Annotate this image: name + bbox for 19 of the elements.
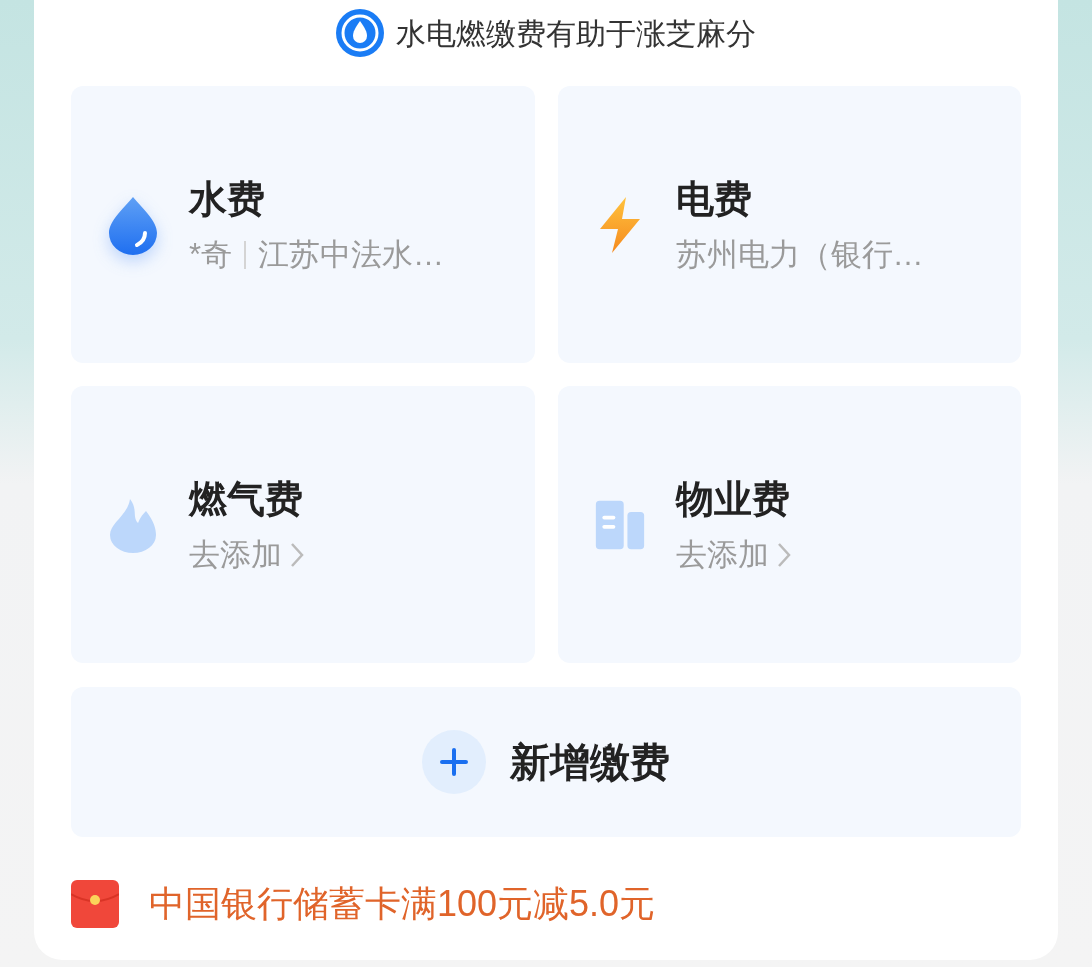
header-text: 水电燃缴费有助于涨芝麻分 [396, 15, 756, 52]
bill-card[interactable]: 水费 *奇 江苏中法水… [71, 86, 535, 363]
bill-title: 物业费 [675, 476, 791, 522]
chevron-right-icon [290, 541, 304, 568]
add-payment-button[interactable]: 新增缴费 [71, 687, 1021, 837]
envelope-icon [71, 880, 119, 928]
bill-title: 电费 [675, 176, 753, 222]
logo-icon [336, 9, 384, 57]
bill-card[interactable]: 物业费 去添加 [557, 386, 1021, 663]
bill-card[interactable]: 燃气费 去添加 [71, 386, 535, 663]
promo-text: 中国银行储蓄卡满100元减5.0元 [149, 882, 656, 926]
bill-title: 水费 [189, 176, 266, 222]
provider-name: 苏州电力（银行… [675, 235, 924, 274]
provider-name: 江苏中法水… [258, 235, 445, 274]
account-name: *奇 [189, 235, 233, 274]
bill-card[interactable]: 电费 苏州电力（银行… [557, 86, 1021, 363]
bill-title: 燃气费 [189, 476, 304, 522]
plus-icon [422, 730, 486, 794]
chevron-right-icon [776, 541, 791, 568]
